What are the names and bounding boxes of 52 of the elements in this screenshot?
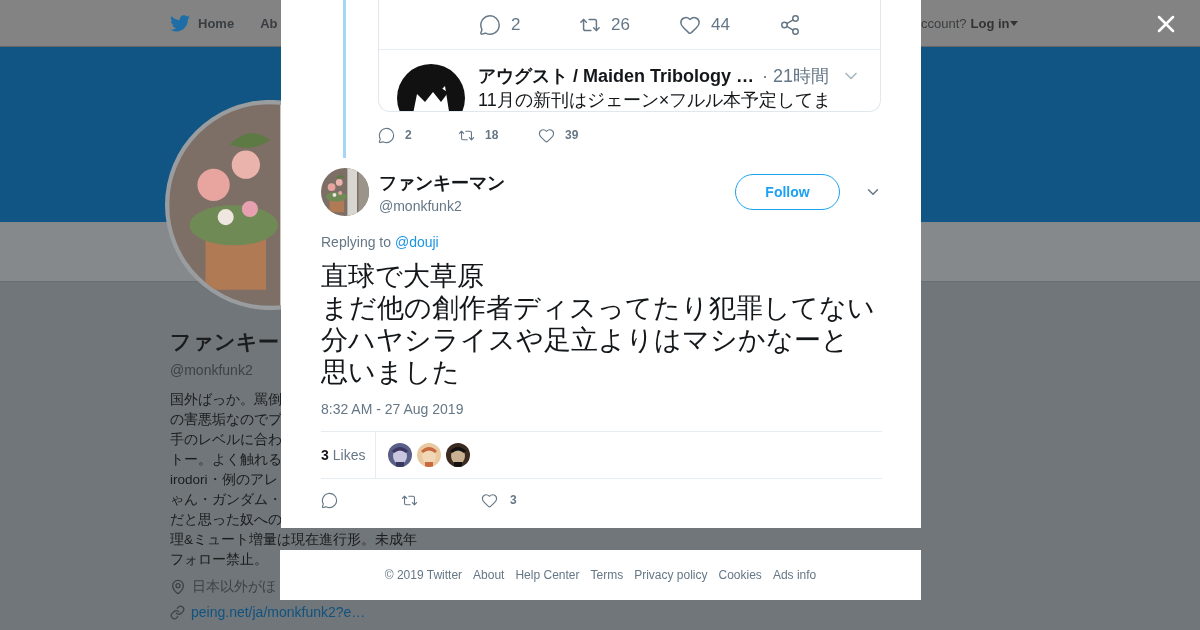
- reply-icon[interactable]: [321, 491, 338, 509]
- link-icon: [170, 604, 185, 620]
- footer-link[interactable]: About: [473, 568, 505, 582]
- author-name: アウグスト / Maiden Tribology …: [478, 65, 754, 88]
- bio-line: トー。よく触れる: [170, 451, 282, 469]
- footer-link[interactable]: Cookies: [718, 568, 762, 582]
- action-count: 39: [565, 128, 579, 142]
- tweet-text-line: 分ハヤシライスや足立よりはマシかなーと: [321, 324, 850, 356]
- follow-button[interactable]: Follow: [735, 174, 840, 210]
- nav-link[interactable]: Ab: [260, 15, 278, 31]
- tweet-time: · 21時間: [762, 65, 830, 88]
- action-count: 26: [611, 14, 630, 35]
- bio-line: 理&ミュート増量は現在進行形。未成年: [170, 531, 417, 549]
- location-icon: [170, 579, 186, 595]
- heart-icon[interactable]: [538, 126, 555, 144]
- user-handle: @monkfunk2: [379, 197, 463, 214]
- share-icon[interactable]: [779, 13, 801, 36]
- action-count: 44: [711, 14, 730, 35]
- tweet-text: 11月の新刊はジェーン×フルル本予定してま: [478, 89, 833, 111]
- tweet-text-line: まだ他の創作者ディスってたり犯罪してない: [321, 292, 876, 324]
- bio-line: 手のレベルに合わ: [170, 431, 282, 449]
- nav-link[interactable]: Home: [170, 14, 235, 32]
- footer-link[interactable]: © 2019 Twitter: [384, 568, 463, 582]
- footer-link[interactable]: Help Center: [515, 568, 580, 582]
- heart-icon[interactable]: [481, 491, 498, 509]
- bio-line: irodori・例のアレ: [170, 471, 278, 489]
- bio-line: 国外ばっか。罵倒: [170, 391, 282, 409]
- user-name: ファンキーマン: [379, 171, 506, 195]
- action-count: 3: [510, 493, 517, 507]
- footer-link[interactable]: Privacy policy: [634, 568, 708, 582]
- bio-line: だと思った奴への: [170, 511, 282, 529]
- action-count: 2: [511, 14, 521, 35]
- action-count: 18: [485, 128, 499, 142]
- profile-name: ファンキー: [170, 329, 279, 355]
- bio-line: の害悪垢なのでブ: [170, 411, 282, 429]
- footer-link[interactable]: Terms: [590, 568, 624, 582]
- mention-link[interactable]: @douji: [394, 234, 439, 250]
- login-link[interactable]: Log in: [970, 16, 1018, 31]
- replying-to: Replying to @douji: [321, 234, 440, 250]
- reply-icon[interactable]: [479, 13, 501, 36]
- account-prompt: ccount?: [921, 16, 967, 31]
- tweet-text-line: 直球で大草原: [321, 260, 485, 292]
- action-count: 2: [405, 128, 412, 142]
- caret-icon: [1009, 21, 1018, 26]
- tweet-timestamp: 8:32 AM - 27 Aug 2019: [321, 401, 465, 417]
- bio-line: フォロー禁止。: [170, 551, 268, 569]
- reply-icon[interactable]: [378, 126, 395, 144]
- tweet-text-line: 思いました: [321, 356, 461, 388]
- bio-line: ゃん・ガンダム・: [170, 491, 282, 509]
- footer-link[interactable]: Ads info: [772, 568, 817, 582]
- bird-icon: [170, 14, 190, 32]
- likes-count[interactable]: 3 Likes: [321, 432, 377, 478]
